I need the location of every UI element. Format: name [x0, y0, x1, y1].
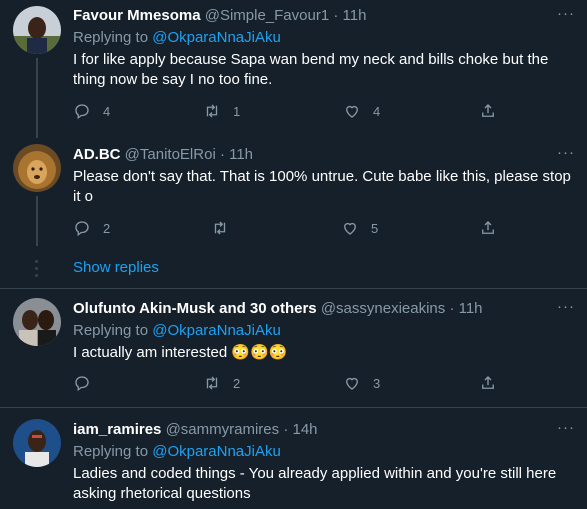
like-icon	[346, 377, 358, 390]
tweet-header: iam_ramires @sammyramires · 14h	[73, 421, 318, 438]
thread-line	[36, 58, 38, 138]
reply-button[interactable]	[73, 374, 103, 392]
username[interactable]: @Simple_Favour1	[205, 7, 329, 24]
retweet-button[interactable]	[211, 219, 241, 237]
mention-link[interactable]: @OkparaNnaJiAku	[152, 443, 281, 460]
like-count: 5	[371, 220, 379, 236]
tweet-actions: 4 1 4	[73, 102, 503, 122]
replying-to: Replying to @OkparaNnaJiAku	[73, 443, 281, 460]
retweet-button[interactable]: 2	[203, 374, 240, 392]
retweet-count: 1	[233, 103, 241, 119]
thread-line	[36, 196, 38, 246]
avatar[interactable]	[13, 144, 61, 192]
more-icon[interactable]: ···	[557, 419, 575, 436]
like-count: 3	[373, 375, 381, 391]
retweet-icon	[206, 104, 218, 118]
share-icon	[482, 104, 494, 117]
more-icon[interactable]: ···	[557, 5, 575, 22]
display-name[interactable]: Olufunto Akin-Musk and 30 others	[73, 300, 317, 317]
more-icon[interactable]: ···	[557, 144, 575, 161]
like-button[interactable]: 3	[343, 374, 380, 392]
tweet-text: I actually am interested 😳😳😳	[73, 344, 288, 361]
share-icon	[482, 376, 494, 389]
share-button[interactable]	[479, 374, 497, 392]
display-name[interactable]: AD.BC	[73, 146, 121, 163]
reply-icon	[75, 221, 89, 237]
share-button[interactable]	[479, 219, 497, 237]
reply-button[interactable]: 4	[73, 102, 110, 120]
retweet-button[interactable]: 1	[203, 102, 240, 120]
timestamp[interactable]: · 11h	[333, 7, 366, 24]
like-icon	[344, 222, 356, 235]
retweet-icon	[206, 376, 218, 390]
reply-button[interactable]: 2	[73, 219, 110, 237]
reply-icon	[75, 376, 89, 392]
tweet-header: Olufunto Akin-Musk and 30 others @sassyn…	[73, 300, 483, 317]
tweet-actions: 2 5	[73, 219, 503, 239]
timestamp[interactable]: · 11h	[449, 300, 482, 317]
avatar[interactable]	[13, 6, 61, 54]
divider	[0, 407, 587, 408]
tweet-text: Ladies and coded things - You already ap…	[73, 465, 557, 502]
like-button[interactable]: 5	[341, 219, 378, 237]
thread-dot	[35, 274, 38, 277]
more-icon[interactable]: ···	[557, 298, 575, 315]
like-button[interactable]: 4	[343, 102, 380, 120]
tweet-actions: 2 3	[73, 374, 503, 394]
tweet-text: I for like apply because Sapa wan bend m…	[73, 51, 549, 88]
like-icon	[346, 105, 358, 118]
retweet-icon	[214, 221, 226, 235]
tweet-header: Favour Mmesoma @Simple_Favour1 · 11h	[73, 7, 366, 24]
timestamp[interactable]: · 14h	[283, 421, 317, 438]
show-replies-link[interactable]: Show replies	[73, 259, 159, 276]
thread-dot	[35, 267, 38, 270]
avatar[interactable]	[13, 419, 61, 467]
display-name[interactable]: Favour Mmesoma	[73, 7, 201, 24]
username[interactable]: @sassynexieakins	[321, 300, 445, 317]
mention-link[interactable]: @OkparaNnaJiAku	[152, 322, 281, 339]
tweet-text: Please don't say that. That is 100% untr…	[73, 168, 571, 205]
reply-count: 4	[103, 103, 111, 119]
replying-to: Replying to @OkparaNnaJiAku	[73, 29, 281, 46]
mention-link[interactable]: @OkparaNnaJiAku	[152, 29, 281, 46]
avatar[interactable]	[13, 298, 61, 346]
timestamp[interactable]: · 11h	[220, 146, 253, 163]
share-icon	[482, 221, 494, 234]
tweet-header: AD.BC @TanitoElRoi · 11h	[73, 146, 253, 163]
share-button[interactable]	[479, 102, 497, 120]
retweet-count: 2	[233, 375, 241, 391]
display-name[interactable]: iam_ramires	[73, 421, 161, 438]
reply-icon	[75, 104, 89, 120]
username[interactable]: @TanitoElRoi	[125, 146, 216, 163]
username[interactable]: @sammyramires	[166, 421, 280, 438]
like-count: 4	[373, 103, 381, 119]
thread-dot	[35, 260, 38, 263]
divider	[0, 288, 587, 289]
replying-to: Replying to @OkparaNnaJiAku	[73, 322, 281, 339]
reply-count: 2	[103, 220, 111, 236]
